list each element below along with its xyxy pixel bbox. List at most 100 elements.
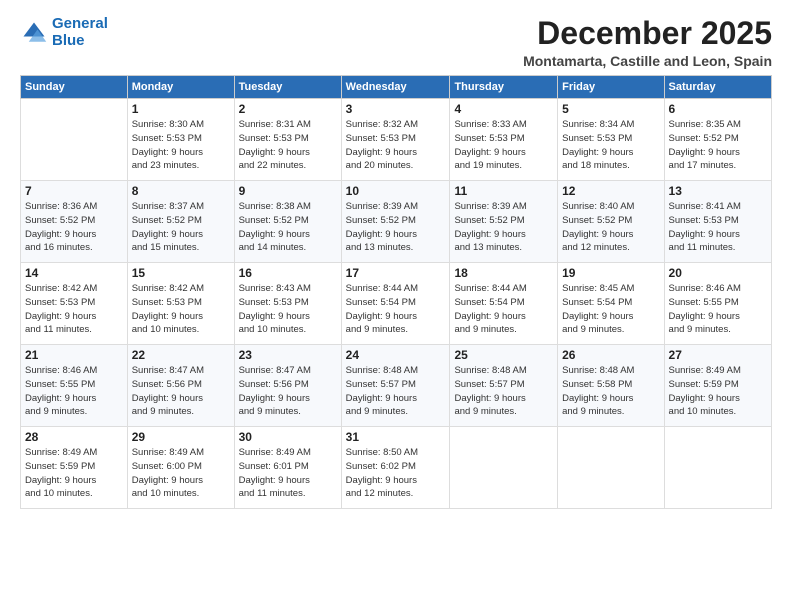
day-number: 17 [346, 266, 446, 280]
day-number: 28 [25, 430, 123, 444]
page: General Blue December 2025 Montamarta, C… [0, 0, 792, 612]
calendar-cell: 5 Sunrise: 8:34 AMSunset: 5:53 PMDaylight… [558, 99, 664, 181]
day-info: Sunrise: 8:50 AMSunset: 6:02 PMDaylight:… [346, 446, 446, 501]
calendar-header-cell: Thursday [450, 76, 558, 99]
calendar-cell: 14 Sunrise: 8:42 AMSunset: 5:53 PMDayligh… [21, 263, 128, 345]
day-number: 15 [132, 266, 230, 280]
day-info: Sunrise: 8:39 AMSunset: 5:52 PMDaylight:… [346, 200, 446, 255]
calendar-cell: 26Sunrise: 8:48 AMSunset: 5:58 PMDayligh… [558, 345, 664, 427]
calendar-cell: 1 Sunrise: 8:30 AMSunset: 5:53 PMDaylight… [127, 99, 234, 181]
day-number: 31 [346, 430, 446, 444]
calendar-header-cell: Tuesday [234, 76, 341, 99]
calendar-cell: 28 Sunrise: 8:49 AMSunset: 5:59 PMDayligh… [21, 427, 128, 509]
day-number: 26 [562, 348, 659, 362]
day-info: Sunrise: 8:36 AMSunset: 5:52 PMDaylight:… [25, 200, 123, 255]
day-info: Sunrise: 8:34 AMSunset: 5:53 PMDaylight:… [562, 118, 659, 173]
day-info: Sunrise: 8:49 AMSunset: 5:59 PMDaylight:… [669, 364, 767, 419]
day-number: 29 [132, 430, 230, 444]
day-number: 30 [239, 430, 337, 444]
day-info: Sunrise: 8:32 AMSunset: 5:53 PMDaylight:… [346, 118, 446, 173]
day-info: Sunrise: 8:40 AMSunset: 5:52 PMDaylight:… [562, 200, 659, 255]
day-number: 18 [454, 266, 553, 280]
day-info: Sunrise: 8:48 AMSunset: 5:57 PMDaylight:… [346, 364, 446, 419]
calendar-header-cell: Wednesday [341, 76, 450, 99]
day-info: Sunrise: 8:42 AMSunset: 5:53 PMDaylight:… [132, 282, 230, 337]
calendar-header-cell: Saturday [664, 76, 771, 99]
calendar-cell: 15 Sunrise: 8:42 AMSunset: 5:53 PMDayligh… [127, 263, 234, 345]
day-info: Sunrise: 8:49 AMSunset: 5:59 PMDaylight:… [25, 446, 123, 501]
day-number: 11 [454, 184, 553, 198]
calendar-week-row: 21 Sunrise: 8:46 AMSunset: 5:55 PMDayligh… [21, 345, 772, 427]
day-info: Sunrise: 8:39 AMSunset: 5:52 PMDaylight:… [454, 200, 553, 255]
day-number: 19 [562, 266, 659, 280]
day-info: Sunrise: 8:46 AMSunset: 5:55 PMDaylight:… [669, 282, 767, 337]
calendar-cell: 19 Sunrise: 8:45 AMSunset: 5:54 PMDayligh… [558, 263, 664, 345]
calendar-cell: 3 Sunrise: 8:32 AMSunset: 5:53 PMDaylight… [341, 99, 450, 181]
day-number: 21 [25, 348, 123, 362]
calendar-cell: 13Sunrise: 8:41 AMSunset: 5:53 PMDayligh… [664, 181, 771, 263]
title-block: December 2025 Montamarta, Castille and L… [523, 16, 772, 69]
calendar-cell: 20 Sunrise: 8:46 AMSunset: 5:55 PMDayligh… [664, 263, 771, 345]
day-info: Sunrise: 8:46 AMSunset: 5:55 PMDaylight:… [25, 364, 123, 419]
calendar-cell: 30Sunrise: 8:49 AMSunset: 6:01 PMDayligh… [234, 427, 341, 509]
calendar-cell: 17Sunrise: 8:44 AMSunset: 5:54 PMDayligh… [341, 263, 450, 345]
calendar-cell: 7 Sunrise: 8:36 AMSunset: 5:52 PMDaylight… [21, 181, 128, 263]
day-number: 27 [669, 348, 767, 362]
day-number: 25 [454, 348, 553, 362]
day-number: 6 [669, 102, 767, 116]
day-number: 20 [669, 266, 767, 280]
calendar-cell: 23 Sunrise: 8:47 AMSunset: 5:56 PMDayligh… [234, 345, 341, 427]
day-number: 10 [346, 184, 446, 198]
calendar-cell [21, 99, 128, 181]
day-info: Sunrise: 8:44 AMSunset: 5:54 PMDaylight:… [454, 282, 553, 337]
calendar-week-row: 14 Sunrise: 8:42 AMSunset: 5:53 PMDayligh… [21, 263, 772, 345]
day-info: Sunrise: 8:47 AMSunset: 5:56 PMDaylight:… [132, 364, 230, 419]
calendar-week-row: 7 Sunrise: 8:36 AMSunset: 5:52 PMDaylight… [21, 181, 772, 263]
calendar-cell: 12 Sunrise: 8:40 AMSunset: 5:52 PMDayligh… [558, 181, 664, 263]
logo: General Blue [20, 16, 108, 49]
calendar-cell: 22Sunrise: 8:47 AMSunset: 5:56 PMDayligh… [127, 345, 234, 427]
day-number: 8 [132, 184, 230, 198]
day-info: Sunrise: 8:43 AMSunset: 5:53 PMDaylight:… [239, 282, 337, 337]
day-number: 12 [562, 184, 659, 198]
day-number: 2 [239, 102, 337, 116]
day-number: 5 [562, 102, 659, 116]
calendar-header-cell: Sunday [21, 76, 128, 99]
day-info: Sunrise: 8:45 AMSunset: 5:54 PMDaylight:… [562, 282, 659, 337]
logo-icon [20, 19, 48, 47]
calendar-cell: 8 Sunrise: 8:37 AMSunset: 5:52 PMDaylight… [127, 181, 234, 263]
calendar-cell: 16 Sunrise: 8:43 AMSunset: 5:53 PMDayligh… [234, 263, 341, 345]
calendar-cell: 25Sunrise: 8:48 AMSunset: 5:57 PMDayligh… [450, 345, 558, 427]
day-info: Sunrise: 8:38 AMSunset: 5:52 PMDaylight:… [239, 200, 337, 255]
calendar-cell: 24 Sunrise: 8:48 AMSunset: 5:57 PMDayligh… [341, 345, 450, 427]
day-info: Sunrise: 8:42 AMSunset: 5:53 PMDaylight:… [25, 282, 123, 337]
day-number: 24 [346, 348, 446, 362]
day-info: Sunrise: 8:49 AMSunset: 6:00 PMDaylight:… [132, 446, 230, 501]
day-info: Sunrise: 8:35 AMSunset: 5:52 PMDaylight:… [669, 118, 767, 173]
day-info: Sunrise: 8:41 AMSunset: 5:53 PMDaylight:… [669, 200, 767, 255]
calendar-cell: 9Sunrise: 8:38 AMSunset: 5:52 PMDaylight… [234, 181, 341, 263]
calendar-cell: 10 Sunrise: 8:39 AMSunset: 5:52 PMDayligh… [341, 181, 450, 263]
calendar-header-row: SundayMondayTuesdayWednesdayThursdayFrid… [21, 76, 772, 99]
header-row: General Blue December 2025 Montamarta, C… [20, 16, 772, 69]
day-number: 16 [239, 266, 337, 280]
day-number: 14 [25, 266, 123, 280]
day-number: 23 [239, 348, 337, 362]
calendar-header-cell: Monday [127, 76, 234, 99]
day-number: 4 [454, 102, 553, 116]
calendar-cell: 2Sunrise: 8:31 AMSunset: 5:53 PMDaylight… [234, 99, 341, 181]
day-number: 7 [25, 184, 123, 198]
calendar-header-cell: Friday [558, 76, 664, 99]
day-info: Sunrise: 8:30 AMSunset: 5:53 PMDaylight:… [132, 118, 230, 173]
calendar-cell: 6 Sunrise: 8:35 AMSunset: 5:52 PMDaylight… [664, 99, 771, 181]
calendar-cell [450, 427, 558, 509]
calendar-cell: 31 Sunrise: 8:50 AMSunset: 6:02 PMDayligh… [341, 427, 450, 509]
location-title: Montamarta, Castille and Leon, Spain [523, 53, 772, 69]
calendar-cell [558, 427, 664, 509]
day-info: Sunrise: 8:47 AMSunset: 5:56 PMDaylight:… [239, 364, 337, 419]
calendar-cell: 11 Sunrise: 8:39 AMSunset: 5:52 PMDayligh… [450, 181, 558, 263]
day-number: 1 [132, 102, 230, 116]
calendar-cell: 18 Sunrise: 8:44 AMSunset: 5:54 PMDayligh… [450, 263, 558, 345]
day-number: 3 [346, 102, 446, 116]
day-info: Sunrise: 8:37 AMSunset: 5:52 PMDaylight:… [132, 200, 230, 255]
